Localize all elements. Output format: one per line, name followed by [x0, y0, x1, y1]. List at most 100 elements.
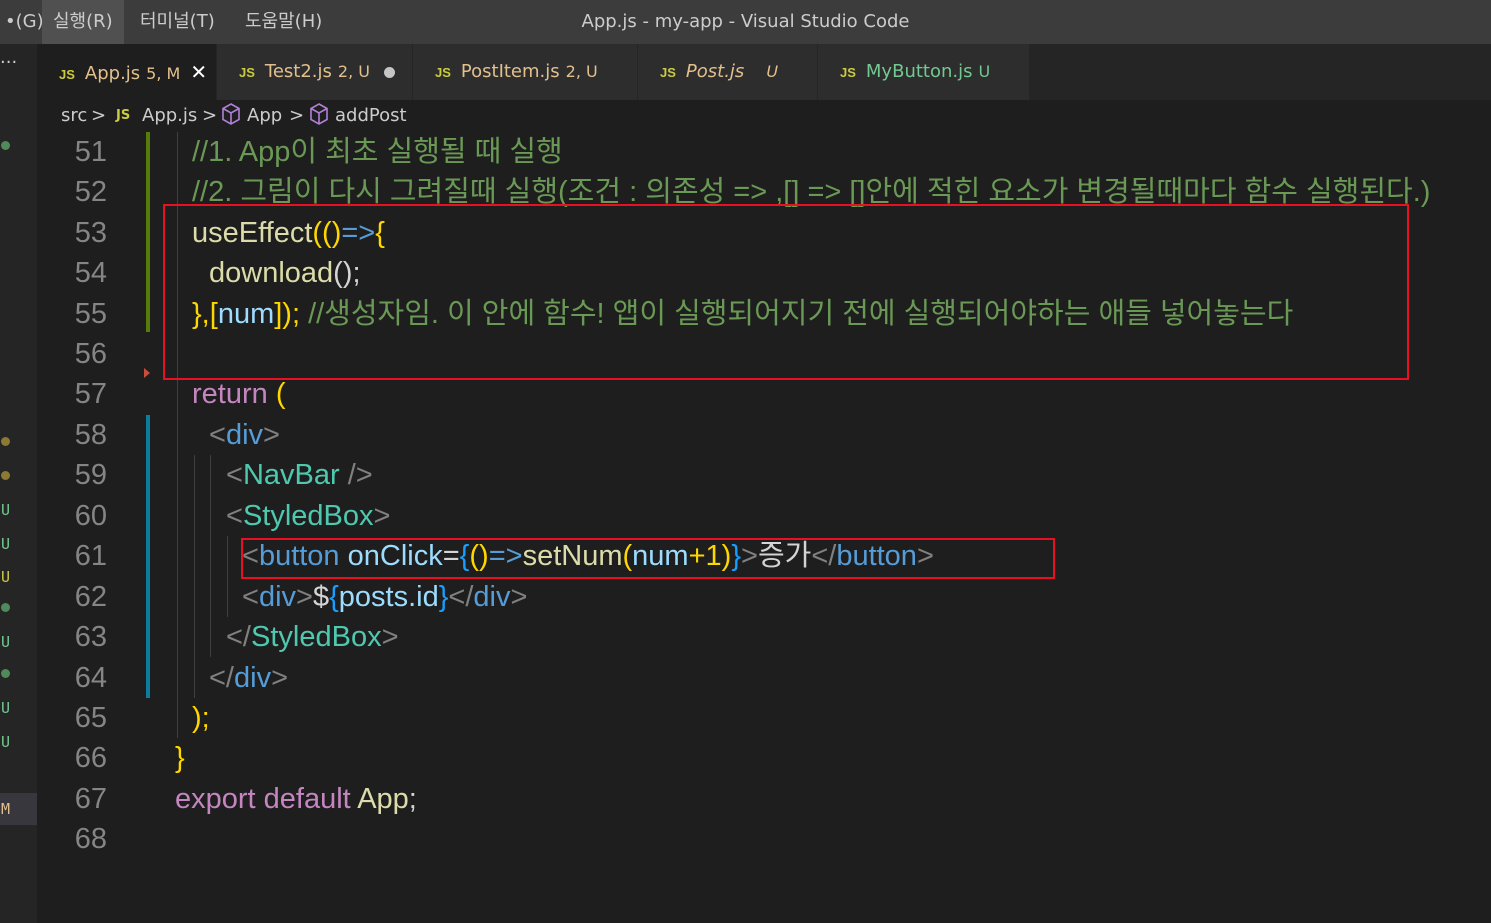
tab-app-js[interactable]: JS App.js 5, M ✕ [37, 44, 217, 100]
git-dot-icon [1, 141, 10, 150]
git-status-letter: U [0, 699, 37, 717]
tab-label: App.js [84, 63, 141, 84]
code-punctuation: < [226, 459, 243, 491]
git-letter: U [1, 535, 11, 553]
js-file-icon: JS [116, 108, 131, 123]
code-tag: div [258, 581, 297, 613]
code-punctuation: > [296, 581, 313, 613]
js-file-icon: JS [435, 65, 451, 80]
menu-help[interactable]: 도움말(H) [234, 0, 333, 44]
tab-postitem-js[interactable]: JS PostItem.js 2, U [413, 44, 638, 100]
code-punctuation: } [438, 581, 449, 613]
line-number: 56 [74, 338, 107, 370]
line-number: 68 [74, 823, 107, 855]
chevron-right-icon: > [289, 105, 305, 126]
tab-status: U [766, 62, 779, 81]
js-file-icon: JS [239, 65, 255, 80]
code-keyword: return [192, 378, 268, 410]
code-line-63: </StyledBox> [226, 617, 399, 657]
breadcrumb-file[interactable]: App.js [142, 100, 197, 132]
git-dot-icon [1, 437, 10, 446]
git-dot-icon [0, 437, 37, 446]
code-comment: //1. App이 최초 실행될 때 실행 [192, 136, 563, 168]
git-letter: U [1, 733, 11, 751]
git-status-letter: U [0, 535, 37, 553]
menu-run[interactable]: 실행(R) [42, 0, 124, 44]
js-file-icon: JS [660, 65, 676, 80]
symbol-cube-icon [309, 100, 329, 132]
highlight-box-useeffect [163, 204, 1409, 380]
code-punctuation: </ [209, 662, 234, 694]
window-title: App.js - my-app - Visual Studio Code [581, 11, 910, 32]
code-editor[interactable]: 51 52 53 54 55 56 57 58 59 60 61 62 63 64 65 66 67 68 //1… [37, 132, 1491, 923]
code-component: StyledBox [242, 500, 374, 532]
code-function: App [350, 783, 409, 815]
code-tag: div [473, 581, 511, 613]
code-punctuation: > [381, 621, 399, 653]
code-line-67: export default App; [175, 779, 417, 819]
git-dot-icon [1, 669, 10, 678]
code-punctuation: ; [408, 783, 417, 815]
tab-mybutton-js[interactable]: JS MyButton.js U [818, 44, 1030, 100]
menu-terminal[interactable]: 터미널(T) [129, 0, 226, 44]
code-text: $ [312, 581, 330, 613]
git-dot-icon [1, 603, 10, 612]
code-punctuation: > [373, 500, 391, 532]
editor-tab-bar: JS App.js 5, M ✕ JS Test2.js 2, U JS PostItem.… [37, 44, 1491, 100]
breadcrumb-folder[interactable]: src [61, 100, 87, 132]
code-line-57: return ( [192, 374, 285, 414]
code-component: NavBar [242, 459, 340, 491]
js-file-icon: JS [59, 67, 75, 82]
git-dot-icon [0, 669, 37, 678]
tab-status: 2, U [337, 62, 370, 81]
git-letter: U [1, 633, 11, 651]
git-dot-icon [0, 471, 37, 480]
tab-label: Test2.js [264, 61, 332, 82]
tab-status: 5, M [146, 64, 181, 83]
code-punctuation: /> [339, 459, 373, 491]
code-punctuation: > [263, 419, 280, 451]
code-line-62: <div>${posts.id}</div> [242, 577, 527, 617]
chevron-right-icon: > [91, 105, 107, 126]
tab-label: MyButton.js [865, 61, 973, 82]
code-tag: div [234, 662, 272, 694]
code-keyword: export default [175, 783, 351, 815]
breadcrumb-symbol-addpost[interactable]: addPost [335, 100, 407, 132]
git-status-letter: M [0, 793, 37, 825]
code-punctuation: > [510, 581, 528, 613]
git-status-letter: U [0, 568, 37, 586]
git-letter: M [1, 800, 11, 818]
code-punctuation: </ [448, 581, 474, 613]
explorer-strip [0, 44, 37, 923]
code-line-60: <StyledBox> [226, 496, 390, 536]
close-icon[interactable]: ✕ [190, 60, 207, 84]
chevron-right-icon: > [202, 105, 218, 126]
tab-post-js[interactable]: JS Post.js U [638, 44, 818, 100]
code-punctuation: </ [226, 621, 251, 653]
git-letter: U [1, 699, 11, 717]
tab-test2-js[interactable]: JS Test2.js 2, U [217, 44, 413, 100]
git-dot-icon [1, 471, 10, 480]
title-bar: •(G) 실행(R) 터미널(T) 도움말(H) App.js - my-app… [0, 0, 1491, 44]
code-line-65: ); [192, 702, 210, 734]
tab-label: Post.js [685, 61, 745, 82]
code-line-64: </div> [209, 658, 288, 698]
git-status-letter: U [0, 501, 37, 519]
code-tag: div [225, 419, 264, 451]
symbol-cube-icon [221, 100, 241, 132]
git-status-letter: U [0, 733, 37, 751]
breadcrumb: src > JS App.js > App > addPost [37, 100, 1491, 132]
git-letter: U [1, 568, 11, 586]
code-punctuation: < [226, 500, 243, 532]
highlight-box-button [241, 538, 1055, 579]
tab-label: PostItem.js [460, 61, 560, 82]
breadcrumb-symbol-app[interactable]: App [247, 100, 282, 132]
code-punctuation: ( [267, 378, 286, 410]
git-letter: U [1, 501, 11, 519]
code-line-51: //1. App이 최초 실행될 때 실행 [192, 132, 563, 172]
code-line-58: <div> [209, 415, 280, 455]
unsaved-dot-icon[interactable] [383, 66, 395, 78]
code-variable: posts.id [338, 581, 439, 613]
git-dot-icon [0, 603, 37, 612]
more-actions-icon[interactable]: ··· [0, 52, 17, 73]
